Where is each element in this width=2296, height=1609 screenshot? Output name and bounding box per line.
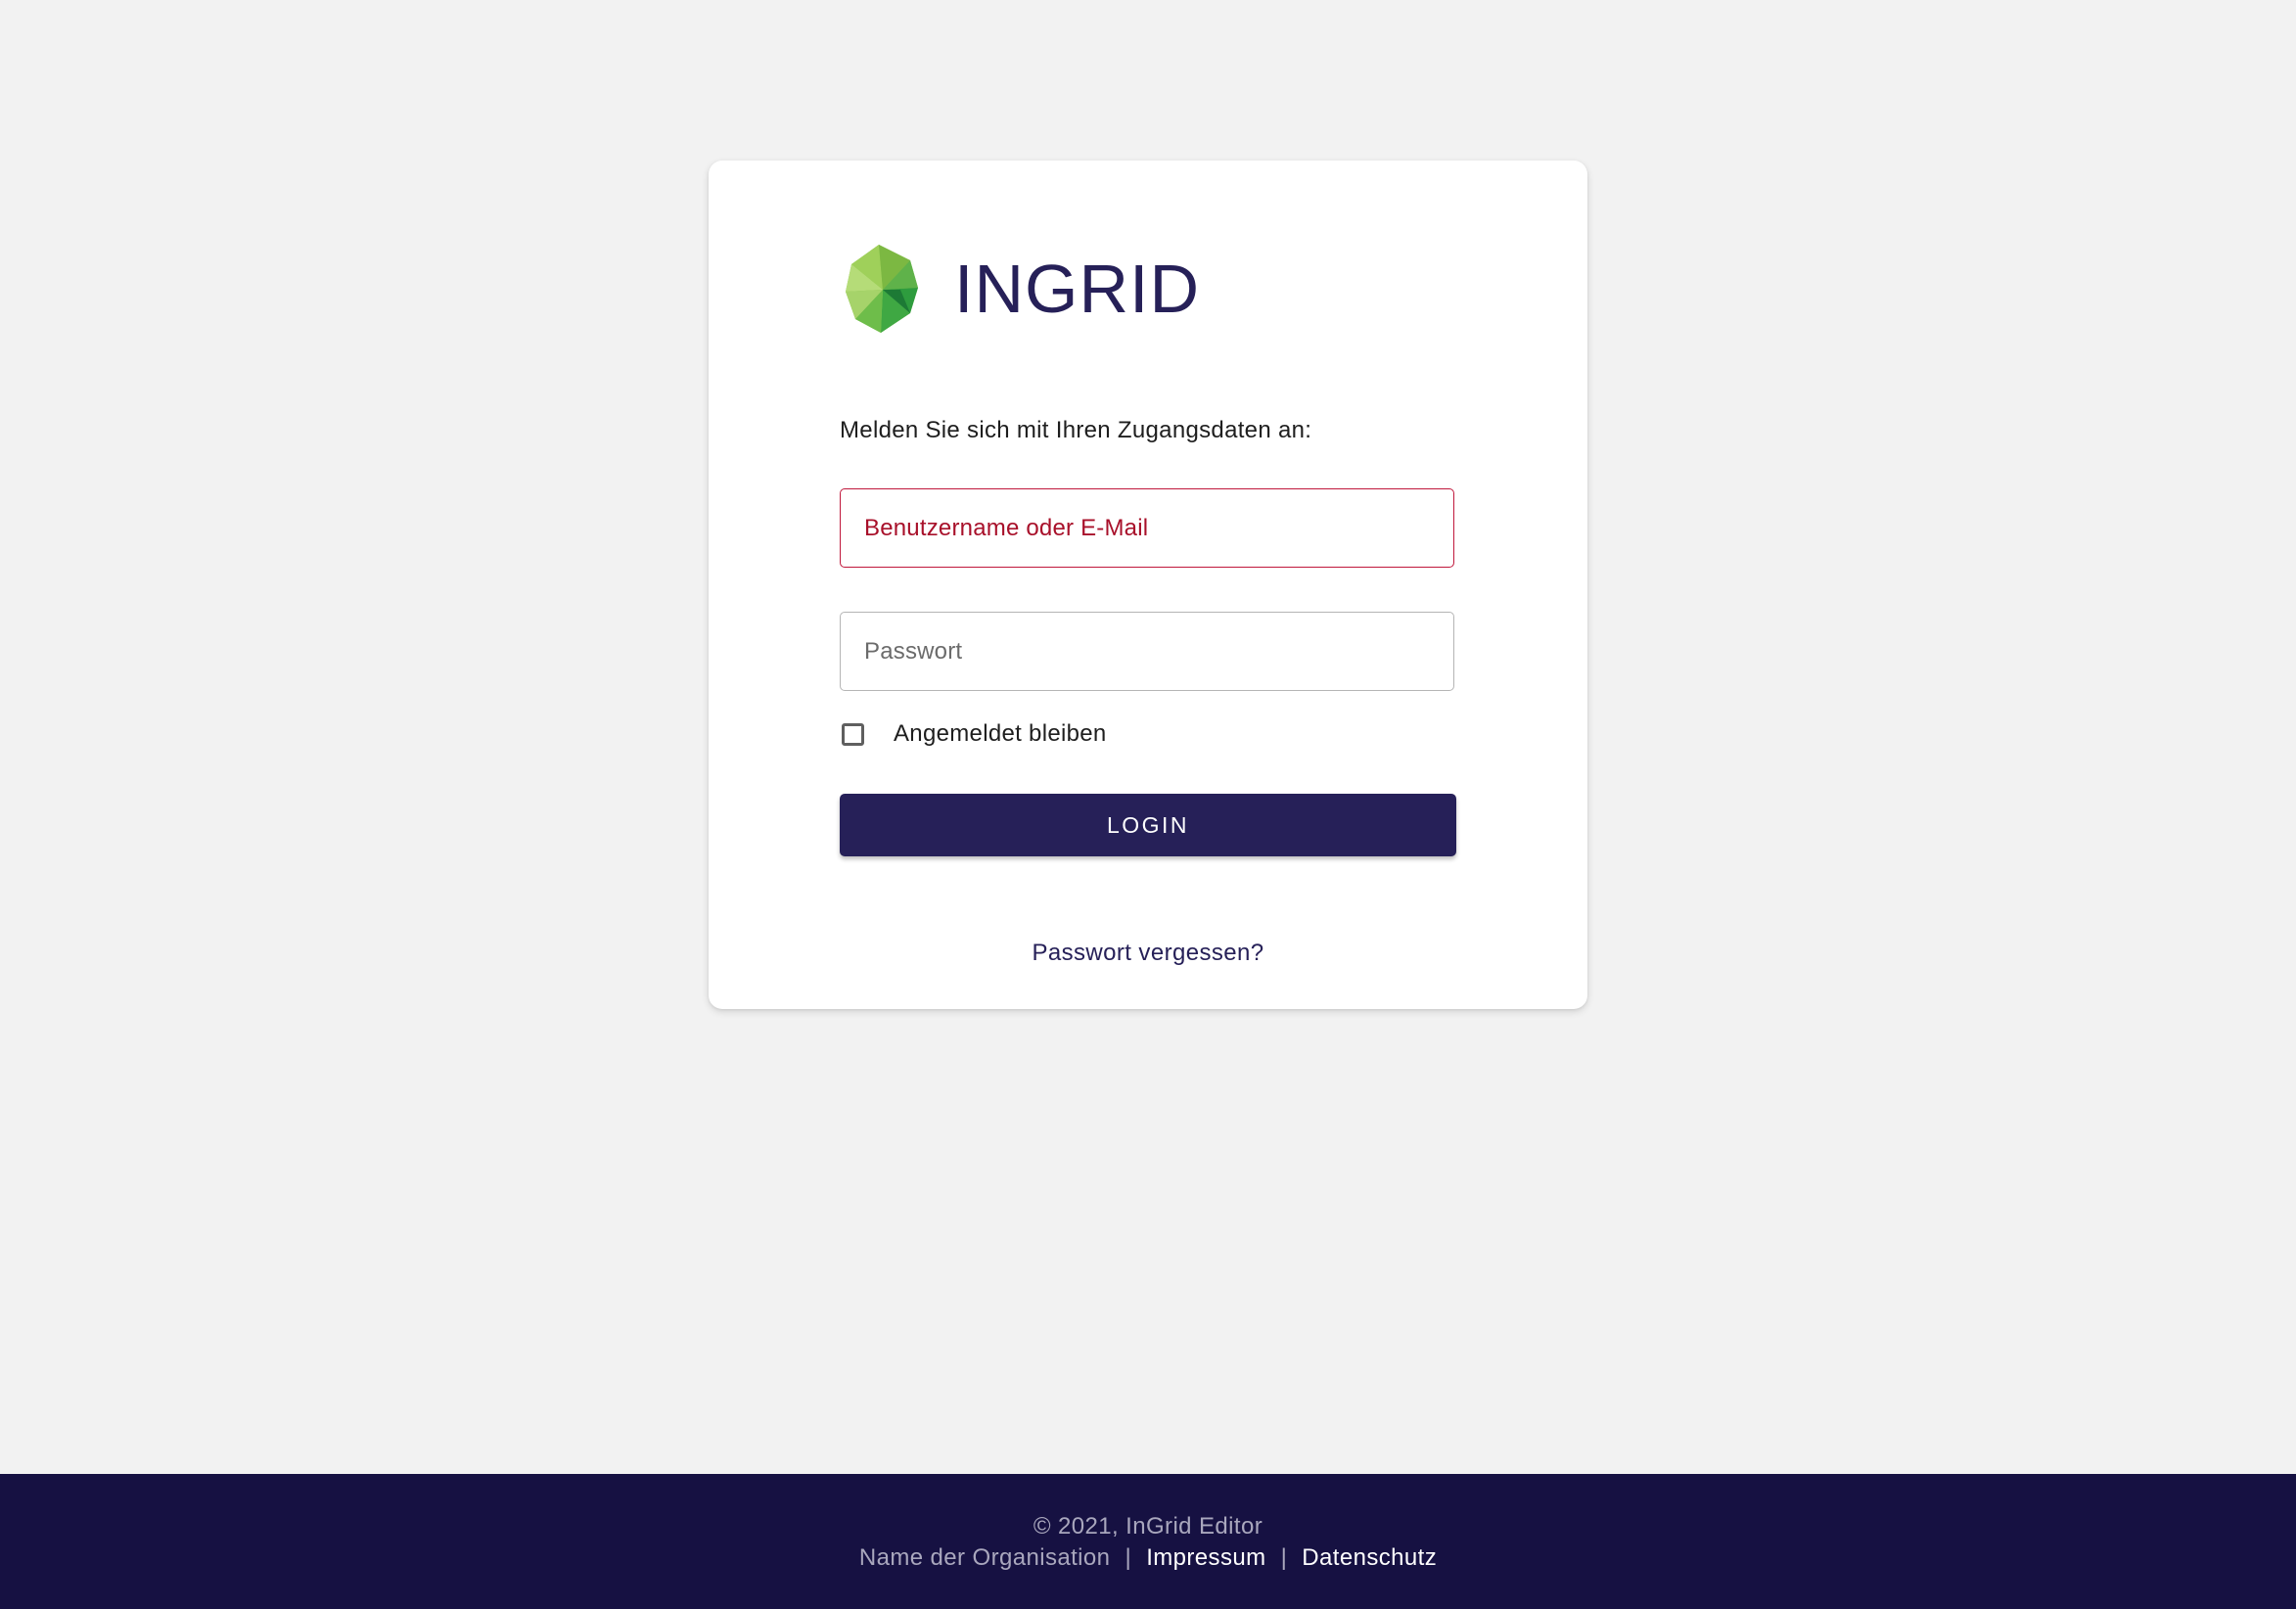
footer-organization: Name der Organisation bbox=[858, 1544, 1111, 1571]
login-card: INGRID Melden Sie sich mit Ihren Zugangs… bbox=[709, 161, 1587, 1009]
impressum-link[interactable]: Impressum bbox=[1146, 1544, 1265, 1571]
footer: © 2021, InGrid Editor Name der Organisat… bbox=[0, 1474, 2296, 1609]
app-logo-text: INGRID bbox=[954, 251, 1200, 327]
footer-separator: | bbox=[1280, 1544, 1288, 1571]
password-input[interactable] bbox=[864, 637, 1453, 666]
remember-me-checkbox[interactable] bbox=[842, 722, 864, 746]
footer-separator: | bbox=[1125, 1544, 1132, 1571]
footer-links-row: Name der Organisation | Impressum | Date… bbox=[0, 1544, 2296, 1572]
footer-copyright: © 2021, InGrid Editor bbox=[1033, 1513, 1263, 1540]
app-logo: INGRID bbox=[846, 245, 1200, 333]
login-intro-text: Melden Sie sich mit Ihren Zugangsdaten a… bbox=[840, 417, 1312, 443]
password-field[interactable] bbox=[840, 612, 1454, 691]
green-polygon-logo-icon bbox=[846, 245, 918, 333]
remember-me-label[interactable]: Angemeldet bleiben bbox=[894, 720, 1107, 748]
forgot-password-link[interactable]: Passwort vergessen? bbox=[709, 940, 1587, 967]
login-button[interactable]: LOGIN bbox=[840, 794, 1456, 856]
username-field[interactable] bbox=[840, 488, 1454, 568]
username-input[interactable] bbox=[864, 514, 1453, 542]
remember-me-option[interactable]: Angemeldet bleiben bbox=[842, 720, 1107, 748]
datenschutz-link[interactable]: Datenschutz bbox=[1302, 1544, 1437, 1571]
